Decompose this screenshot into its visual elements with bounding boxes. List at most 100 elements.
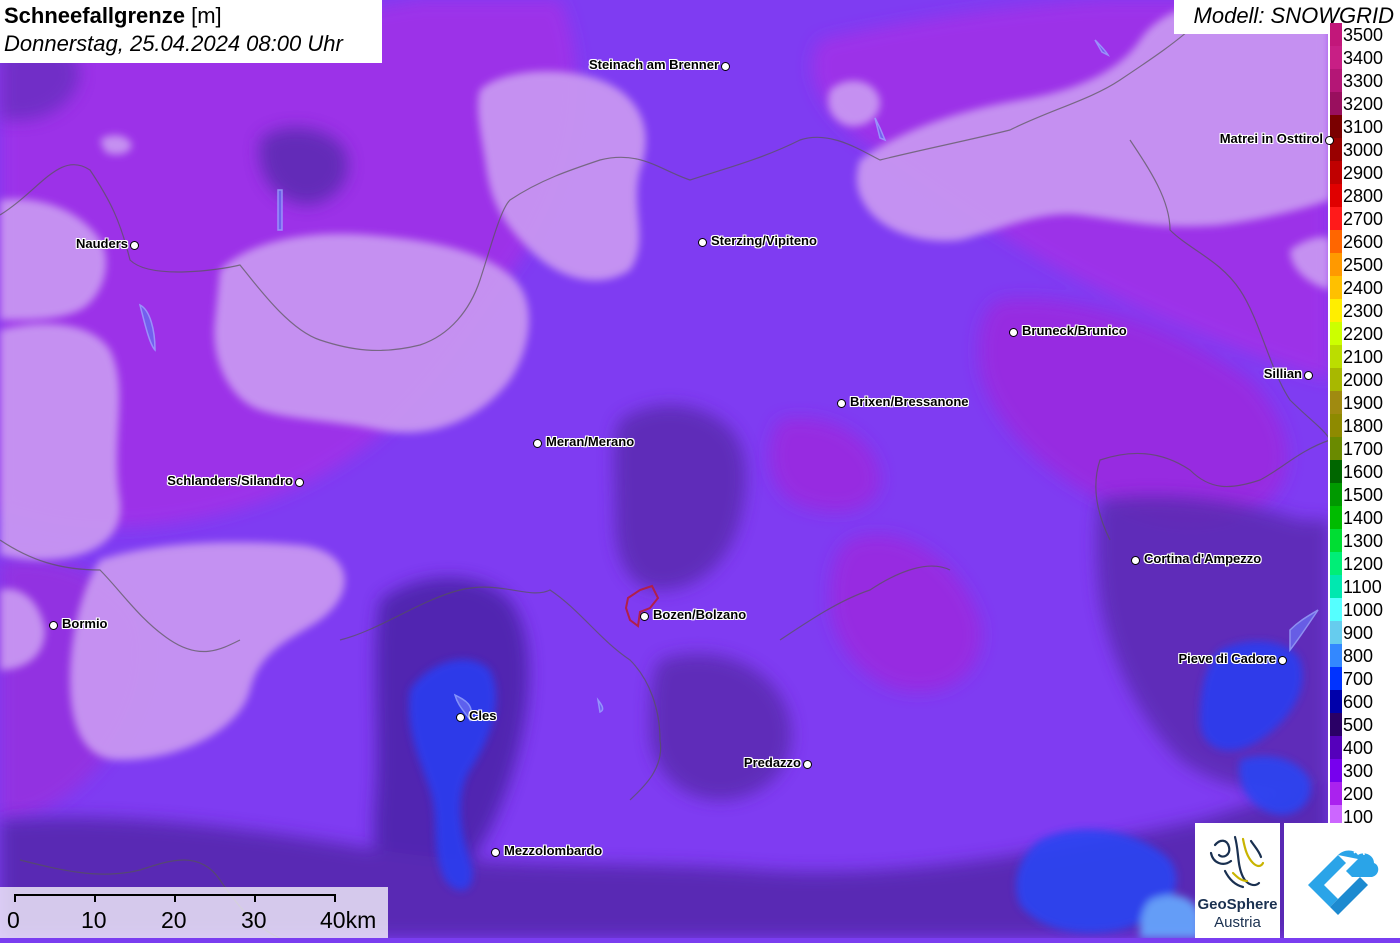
legend-item: 2900	[1328, 161, 1400, 184]
legend-item: 1900	[1328, 391, 1400, 414]
legend-item: 2400	[1328, 276, 1400, 299]
legend-label: 3100	[1343, 117, 1384, 137]
scale-tick	[254, 894, 256, 902]
city-dot[interactable]	[491, 848, 500, 857]
geosphere-logo[interactable]: GeoSphere Austria	[1195, 823, 1280, 938]
legend-item: 3000	[1328, 138, 1400, 161]
legend-swatch	[1330, 506, 1342, 529]
city-label: Pieve di Cadore	[1178, 651, 1276, 666]
city-label: Mezzolombardo	[504, 843, 603, 858]
city-label: Brixen/Bressanone	[850, 394, 969, 409]
legend-swatch	[1330, 23, 1342, 46]
legend-swatch	[1330, 299, 1342, 322]
legend-swatch	[1330, 253, 1342, 276]
cloud-arrow-logo[interactable]	[1284, 823, 1400, 938]
city-dot[interactable]	[456, 713, 465, 722]
city-dot[interactable]	[49, 621, 58, 630]
city-dot[interactable]	[698, 238, 707, 247]
city-dot[interactable]	[837, 399, 846, 408]
city-dot[interactable]	[1131, 556, 1140, 565]
scale-bar: 0 10 20 30 40km	[0, 887, 388, 938]
geosphere-logo-text: GeoSphere	[1197, 896, 1278, 913]
city-label: Matrei in Osttirol	[1219, 131, 1323, 146]
map-title-box: Schneefallgrenze [m] Donnerstag, 25.04.2…	[0, 0, 382, 63]
legend-swatch	[1330, 713, 1342, 736]
legend-swatch	[1330, 690, 1342, 713]
legend-swatch	[1330, 552, 1342, 575]
legend-swatch	[1330, 276, 1342, 299]
legend-item: 1500	[1328, 483, 1400, 506]
city-label: Meran/Merano	[546, 434, 635, 449]
city-dot[interactable]	[803, 760, 812, 769]
legend-swatch	[1330, 322, 1342, 345]
legend-swatch	[1330, 391, 1342, 414]
legend-label: 1400	[1343, 508, 1384, 528]
legend-swatch	[1330, 667, 1342, 690]
snowfall-line-map[interactable]	[0, 0, 1400, 938]
legend-label: 500	[1343, 715, 1374, 735]
legend-swatch	[1330, 207, 1342, 230]
legend-swatch	[1330, 368, 1342, 391]
legend-label: 2700	[1343, 209, 1384, 229]
scale-label-30: 30	[241, 907, 267, 933]
city-dot[interactable]	[1278, 656, 1287, 665]
legend-item: 2500	[1328, 253, 1400, 276]
city-label: Sillian	[1263, 366, 1302, 381]
legend-item: 1300	[1328, 529, 1400, 552]
legend-item: 2600	[1328, 230, 1400, 253]
city-dot[interactable]	[1304, 371, 1313, 380]
city-label: Cortina d'Ampezzo	[1144, 551, 1262, 566]
legend-item: 800	[1328, 644, 1400, 667]
city-label: Nauders	[75, 236, 128, 251]
city-dot[interactable]	[295, 478, 304, 487]
legend-item: 1600	[1328, 460, 1400, 483]
legend-item: 1700	[1328, 437, 1400, 460]
legend-label: 2000	[1343, 370, 1384, 390]
legend-label: 2100	[1343, 347, 1384, 367]
legend-label: 1700	[1343, 439, 1384, 459]
legend-item: 2300	[1328, 299, 1400, 322]
title-unit: [m]	[191, 3, 222, 28]
legend-label: 1000	[1343, 600, 1384, 620]
geosphere-logo-subtext: Austria	[1214, 914, 1261, 931]
legend-label: 1900	[1343, 393, 1384, 413]
legend-item: 3200	[1328, 92, 1400, 115]
legend-item: 200	[1328, 782, 1400, 805]
legend-item: 600	[1328, 690, 1400, 713]
city-label: Predazzo	[743, 755, 801, 770]
legend-label: 1500	[1343, 485, 1384, 505]
legend-item: 3400	[1328, 46, 1400, 69]
legend-label: 200	[1343, 784, 1374, 804]
city-dot[interactable]	[130, 241, 139, 250]
scale-label-40km: 40km	[320, 907, 377, 933]
city-dot[interactable]	[1009, 328, 1018, 337]
legend-label: 800	[1343, 646, 1374, 666]
legend-swatch	[1330, 575, 1342, 598]
scale-tick	[14, 894, 16, 902]
city-dot[interactable]	[721, 62, 730, 71]
legend-item: 2700	[1328, 207, 1400, 230]
scale-label-20: 20	[161, 907, 187, 933]
cloud-arrow-logo-icon	[1308, 850, 1379, 915]
legend-label: 2400	[1343, 278, 1384, 298]
legend-label: 3400	[1343, 48, 1384, 68]
city-dot[interactable]	[640, 612, 649, 621]
city-dot[interactable]	[533, 439, 542, 448]
legend-label: 900	[1343, 623, 1374, 643]
legend-label: 2600	[1343, 232, 1384, 252]
legend-swatch	[1330, 483, 1342, 506]
legend-item: 2100	[1328, 345, 1400, 368]
legend-swatch	[1330, 460, 1342, 483]
legend-swatch	[1330, 230, 1342, 253]
legend-item: 1000	[1328, 598, 1400, 621]
legend-label: 1300	[1343, 531, 1384, 551]
city-label: Bozen/Bolzano	[653, 607, 747, 622]
legend-label: 3200	[1343, 94, 1384, 114]
legend-item: 2800	[1328, 184, 1400, 207]
legend-swatch	[1330, 598, 1342, 621]
legend-item: 1800	[1328, 414, 1400, 437]
legend-item: 1400	[1328, 506, 1400, 529]
city-dot[interactable]	[1325, 136, 1334, 145]
legend-swatch	[1330, 92, 1342, 115]
legend-item: 500	[1328, 713, 1400, 736]
